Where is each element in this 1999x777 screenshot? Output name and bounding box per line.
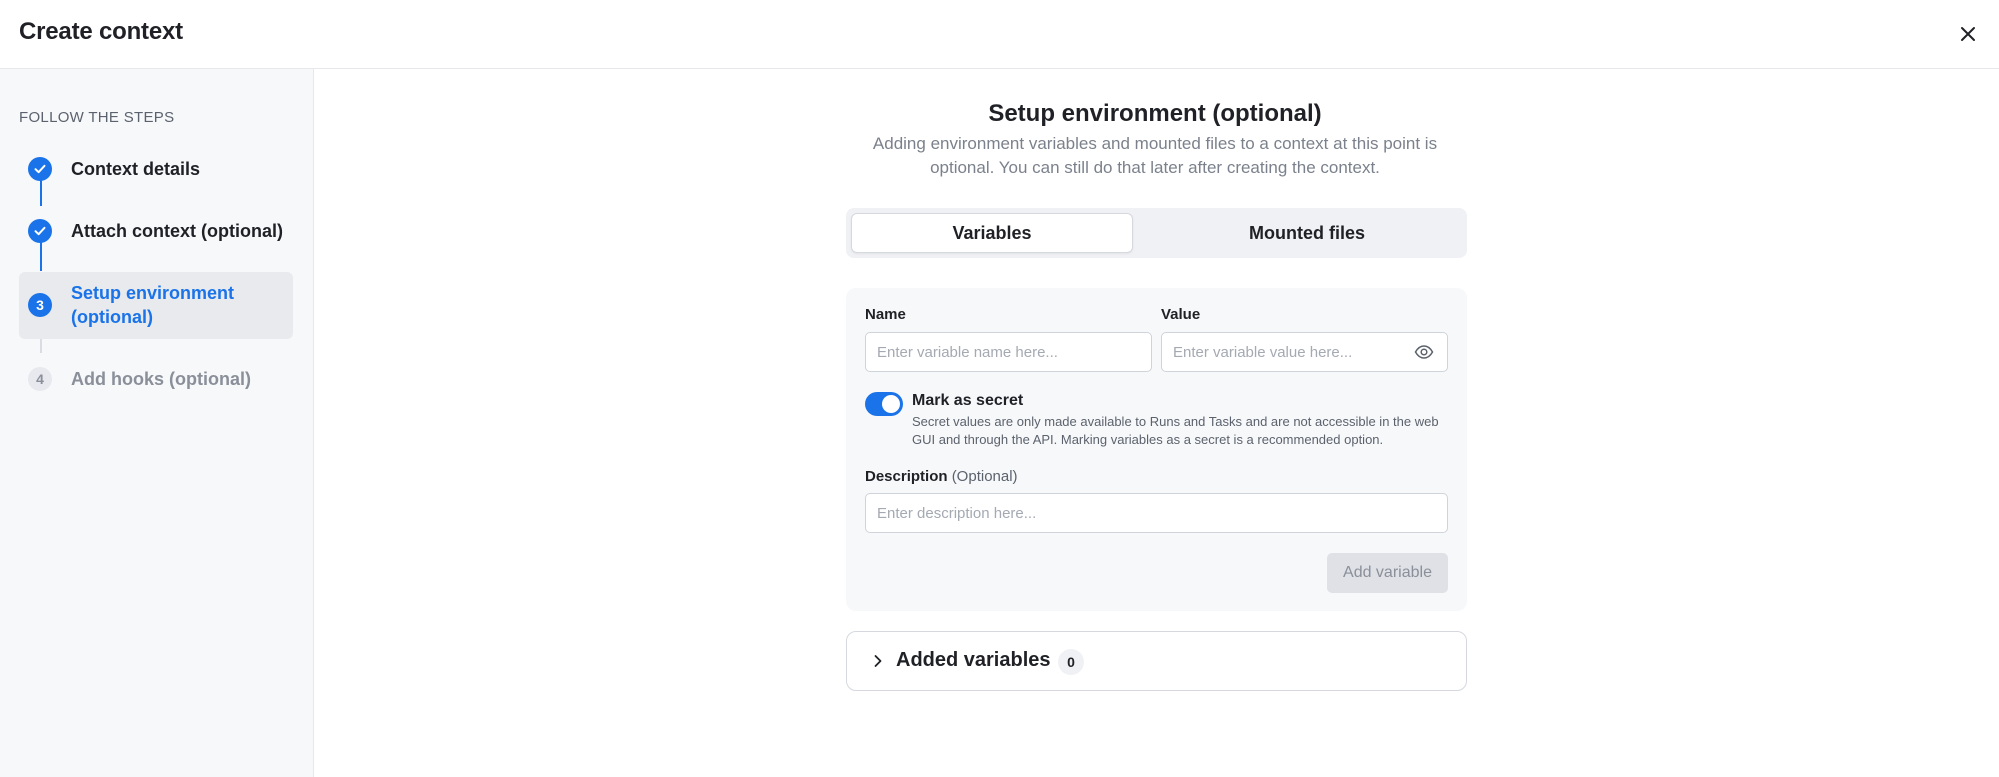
eye-icon (1414, 345, 1434, 359)
secret-title: Mark as secret (912, 392, 1024, 409)
step-done-marker (28, 157, 52, 181)
step-setup-environment[interactable]: 3 Setup environment (optional) (19, 281, 293, 329)
variable-form: Name Value Mark as secret Secret values … (846, 288, 1467, 611)
section-title: Setup environment (optional) (988, 100, 1322, 127)
close-icon (1961, 27, 1975, 41)
added-variables-accordion[interactable]: Added variables 0 (846, 631, 1467, 691)
page-title: Create context (19, 18, 183, 45)
step-label: Add hooks (optional) (71, 369, 251, 389)
value-label: Value (1161, 306, 1201, 323)
description-label-text: Description (865, 468, 948, 485)
toggle-knob (882, 395, 900, 413)
step-done-marker (28, 219, 52, 243)
value-input[interactable] (1161, 332, 1448, 372)
tab-variables[interactable]: Variables (851, 213, 1133, 253)
steps-heading: FOLLOW THE STEPS (19, 109, 175, 126)
step-label: Context details (71, 159, 201, 179)
step-context-details[interactable]: Context details (19, 157, 293, 181)
description-label: Description (Optional) (865, 468, 1018, 485)
close-button[interactable] (1953, 19, 1983, 49)
step-attach-context[interactable]: Attach context (optional) (19, 219, 293, 243)
toggle-visibility-button[interactable] (1412, 340, 1436, 364)
mark-secret-toggle[interactable] (865, 392, 903, 416)
tab-mounted-files[interactable]: Mounted files (1162, 213, 1452, 253)
step-number-marker: 3 (28, 293, 52, 317)
step-number-marker: 4 (28, 367, 52, 391)
check-icon (34, 226, 46, 236)
modal-header: Create context (0, 0, 1999, 69)
steps-sidebar: FOLLOW THE STEPS Context details Attach … (0, 69, 314, 777)
section-subtitle: Adding environment variables and mounted… (872, 134, 1438, 177)
added-variables-title: Added variables (896, 649, 1051, 671)
check-icon (34, 164, 46, 174)
add-variable-button[interactable]: Add variable (1327, 553, 1448, 593)
name-input[interactable] (865, 332, 1152, 372)
optional-hint: (Optional) (951, 468, 1018, 485)
step-add-hooks[interactable]: 4 Add hooks (optional) (19, 367, 293, 391)
step-label: Attach context (optional) (71, 221, 283, 241)
secret-description: Secret values are only made available to… (912, 414, 1439, 447)
count-badge: 0 (1058, 649, 1084, 675)
name-label: Name (865, 306, 906, 323)
tab-bar: Variables Mounted files (846, 208, 1467, 258)
step-connector (40, 339, 42, 353)
description-input[interactable] (865, 493, 1448, 533)
step-label: Setup environment (optional) (71, 283, 235, 327)
chevron-right-icon (867, 650, 889, 672)
